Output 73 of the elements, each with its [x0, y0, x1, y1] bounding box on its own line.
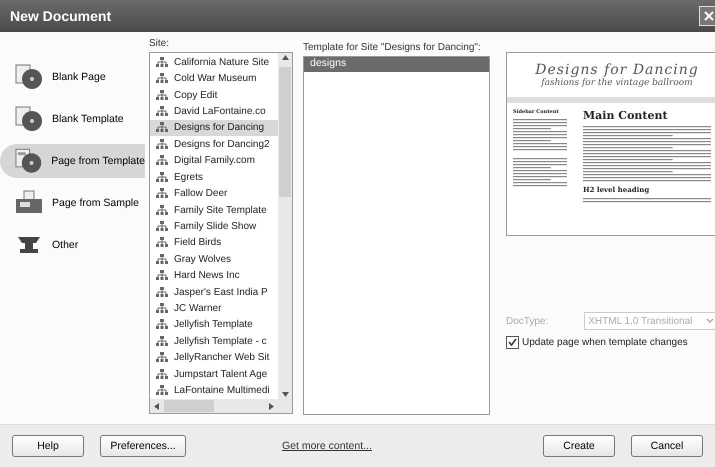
site-item[interactable]: Copy Edit: [150, 86, 278, 104]
cancel-button[interactable]: Cancel: [631, 435, 703, 457]
down-arrow-icon[interactable]: [280, 390, 290, 399]
site-icon: [156, 138, 168, 150]
preferences-button[interactable]: Preferences...: [100, 435, 186, 457]
horizontal-scrollbar[interactable]: [150, 399, 292, 413]
doctype-label: DocType:: [506, 316, 548, 326]
help-button[interactable]: Help: [12, 435, 84, 457]
category-item[interactable]: Blank Template: [0, 102, 145, 136]
site-item[interactable]: Fallow Deer: [150, 185, 278, 202]
site-icon: [156, 254, 168, 265]
close-button[interactable]: [699, 6, 715, 26]
site-icon: [156, 319, 168, 330]
site-item[interactable]: Cold War Museum: [150, 70, 278, 87]
window-title: New Document: [10, 8, 112, 24]
site-icon: [156, 188, 168, 200]
site-icon: [156, 368, 168, 380]
right-arrow-icon[interactable]: [267, 402, 276, 410]
category-item[interactable]: Blank Page: [0, 60, 145, 94]
update-checkbox[interactable]: Update page when template changes: [506, 336, 715, 349]
document-disc-icon: [14, 63, 44, 91]
site-icon: [156, 336, 168, 347]
site-item[interactable]: Egrets: [150, 168, 278, 186]
site-icon: [156, 220, 168, 232]
site-icon: [156, 106, 168, 117]
site-item[interactable]: Family Slide Show: [150, 218, 278, 235]
site-label: Site:: [149, 38, 170, 51]
site-item[interactable]: California Nature Site: [150, 54, 278, 70]
site-item[interactable]: Designs for Dancing: [150, 120, 278, 136]
template-label: Template for Site "Designs for Dancing":: [303, 42, 482, 55]
site-icon: [156, 385, 168, 396]
site-item[interactable]: Digital Family.com: [150, 152, 278, 169]
site-item[interactable]: JC Warner: [150, 300, 278, 317]
left-arrow-icon[interactable]: [152, 402, 161, 410]
category-item[interactable]: Page from Template: [0, 144, 145, 178]
create-button[interactable]: Create: [543, 435, 615, 457]
up-arrow-icon[interactable]: [280, 53, 290, 62]
site-item[interactable]: Jellyfish Template: [150, 316, 278, 334]
close-icon: [703, 10, 715, 22]
site-icon: [156, 56, 168, 68]
site-item[interactable]: JellyRancher Web Sit: [150, 350, 278, 366]
site-item[interactable]: Family Site Template: [150, 202, 278, 218]
site-item[interactable]: Gray Wolves: [150, 251, 278, 268]
template-item[interactable]: designs: [304, 57, 489, 72]
site-item[interactable]: Field Birds: [150, 234, 278, 252]
site-item[interactable]: David LaFontaine.co: [150, 103, 278, 120]
preview-subtitle: fashions for the vintage ballroom: [541, 78, 693, 88]
site-icon: [156, 286, 168, 298]
category-item[interactable]: Page from Sample: [0, 186, 145, 220]
preview-title: Designs for Dancing: [535, 62, 699, 78]
site-icon: [156, 204, 168, 216]
site-icon: [156, 90, 168, 101]
get-more-content-link[interactable]: Get more content...: [282, 440, 372, 452]
checkmark-icon: [508, 338, 517, 347]
site-icon: [156, 270, 168, 282]
preview-main-heading: Main Content: [583, 109, 669, 122]
site-item[interactable]: Jumpstart Talent Age: [150, 366, 278, 382]
site-icon: [156, 155, 168, 166]
vertical-scrollbar[interactable]: [278, 53, 292, 399]
site-icon: [156, 122, 168, 134]
site-item[interactable]: LaFontaine Multimedi: [150, 382, 278, 399]
site-icon: [156, 237, 168, 248]
site-item[interactable]: Jasper's East India P: [150, 284, 278, 300]
document-disc-icon: [14, 105, 44, 133]
site-icon: [156, 303, 168, 314]
site-icon: [156, 172, 168, 183]
site-item[interactable]: Hard News Inc: [150, 267, 278, 284]
category-item[interactable]: Other: [0, 228, 145, 262]
site-item[interactable]: Jellyfish Template - c: [150, 333, 278, 350]
site-item[interactable]: Designs for Dancing2: [150, 136, 278, 153]
site-icon: [156, 73, 168, 84]
document-disc-icon: [14, 147, 44, 175]
site-icon: [156, 352, 168, 364]
